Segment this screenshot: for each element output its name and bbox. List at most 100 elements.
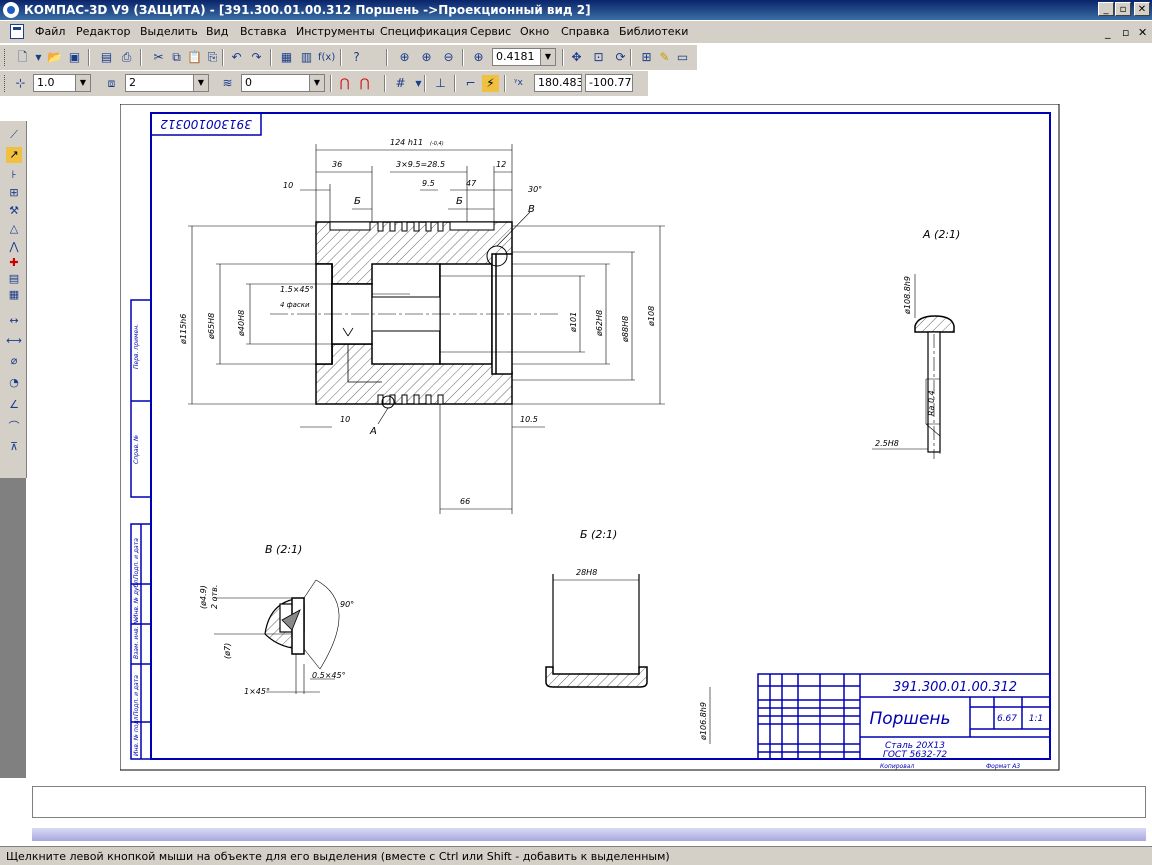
cursor-step-select[interactable]: 1.0 ▼ <box>33 74 91 92</box>
measure-icon[interactable]: ⊞ <box>638 49 655 66</box>
ortho-mode-icon[interactable]: ⌐ <box>462 75 479 92</box>
dimensions-icon[interactable]: ↗ <box>6 147 22 163</box>
view-b-title: Б (2:1) <box>580 528 617 541</box>
copy-properties-icon[interactable]: ⎘ <box>204 49 221 66</box>
zoom-in-icon[interactable]: ⊕ <box>418 49 435 66</box>
cursor-step-icon[interactable]: ⊹ <box>12 75 29 92</box>
menu-window[interactable]: Окно <box>520 25 549 38</box>
minimize-button[interactable]: _ <box>1098 2 1114 16</box>
save-icon[interactable]: ▣ <box>66 49 83 66</box>
spec-icon[interactable]: ✚ <box>6 255 22 271</box>
geometry-icon[interactable]: ⟋ <box>6 127 22 143</box>
grid-icon[interactable]: # <box>392 75 409 92</box>
pencil-icon[interactable]: ✎ <box>656 49 673 66</box>
chevron-down-icon[interactable]: ▼ <box>309 75 324 91</box>
dim-d101: ø101 <box>569 312 578 333</box>
radial-dimension-icon[interactable]: ◔ <box>6 375 22 391</box>
parametric-mode-icon[interactable]: ⚡ <box>482 75 499 92</box>
toolbar-grip[interactable] <box>4 75 8 92</box>
menu-service[interactable]: Сервис <box>470 25 511 38</box>
coordinates-icon[interactable]: ʸx <box>510 75 527 92</box>
menu-specification[interactable]: Спецификация <box>380 25 467 38</box>
dim-36: 36 <box>332 160 342 169</box>
measure-2d-icon[interactable]: △ <box>6 221 22 237</box>
print-icon[interactable]: ▤ <box>98 49 115 66</box>
status-text: Щелкните левой кнопкой мыши на объекте д… <box>6 850 670 863</box>
refresh-icon[interactable]: ⟳ <box>612 49 629 66</box>
drawing-sheet[interactable]: 391300100312 Перв. примен. Справ. № Подп… <box>120 104 1060 771</box>
table-icon[interactable]: ▦ <box>6 287 22 303</box>
local-cs-icon[interactable]: ⊥ <box>432 75 449 92</box>
left-panel-background <box>0 478 26 778</box>
zoom-scale-icon[interactable]: ⊕ <box>470 49 487 66</box>
menu-libraries[interactable]: Библиотеки <box>619 25 688 38</box>
toolbar-grip[interactable] <box>4 49 8 66</box>
properties-panel[interactable] <box>32 786 1146 818</box>
open-icon[interactable]: 📂 <box>46 49 63 66</box>
restore-button[interactable]: ▫ <box>1115 2 1131 16</box>
local-snap-icon[interactable]: ⋂ <box>356 75 373 92</box>
menu-view[interactable]: Вид <box>206 25 228 38</box>
copy-icon[interactable]: ⧉ <box>168 49 185 66</box>
separator <box>454 75 456 92</box>
symbols-icon[interactable]: ꜔ <box>6 167 22 183</box>
standard-toolbar: 🗋 ▼ 📂 ▣ ▤ ⎙ ✂ ⧉ 📋 ⎘ ↶ ↷ ▦ ▥ f(x) ? ⊕ ⊕ ⊖… <box>0 45 697 70</box>
title-block-scale: 1:1 <box>1029 714 1043 724</box>
cursor-y-field[interactable]: -100.77 <box>585 74 633 92</box>
doc-minimize-button[interactable]: _ <box>1105 26 1111 39</box>
zoom-in-window-icon[interactable]: ⊕ <box>396 49 413 66</box>
menu-edit[interactable]: Редактор <box>76 25 131 38</box>
pan-icon[interactable]: ✥ <box>568 49 585 66</box>
dim-12: 12 <box>496 160 506 169</box>
menu-select[interactable]: Выделить <box>140 25 198 38</box>
undo-icon[interactable]: ↶ <box>228 49 245 66</box>
cursor-x-field[interactable]: 180.483 <box>534 74 582 92</box>
select-icon[interactable]: ⋀ <box>6 239 22 255</box>
doc-restore-button[interactable]: ▫ <box>1122 26 1129 39</box>
dim-d65: ø65H8 <box>207 313 216 340</box>
help-pointer-icon[interactable]: ? <box>348 49 365 66</box>
arc-dimension-icon[interactable]: ⌒ <box>6 419 22 435</box>
linear-dimension-icon[interactable]: ↔ <box>6 313 22 329</box>
print-preview-icon[interactable]: ⎙ <box>118 49 135 66</box>
chevron-down-icon[interactable]: ▼ <box>540 49 555 65</box>
current-view-select[interactable]: 2 ▼ <box>125 74 209 92</box>
new-dropdown-arrow-icon[interactable]: ▼ <box>30 49 47 66</box>
title-block-mass: 6.67 <box>997 714 1017 724</box>
compact-toolbar: ⟋ ↗ ꜔ ⊞ ⚒ △ ⋀ ✚ ▤ ▦ ↔ ⟷ ⌀ ◔ ∠ ⌒ ⊼ <box>0 121 27 478</box>
reports-icon[interactable]: ▤ <box>6 271 22 287</box>
zoom-value-select[interactable]: 0.4181 ▼ <box>492 48 556 66</box>
horizontal-dimension-icon[interactable]: ⟷ <box>6 333 22 349</box>
chevron-down-icon[interactable]: ▼ <box>193 75 208 91</box>
cut-icon[interactable]: ✂ <box>150 49 167 66</box>
menu-file[interactable]: Файл <box>35 25 65 38</box>
paste-icon[interactable]: 📋 <box>186 49 203 66</box>
doc-close-button[interactable]: ✕ <box>1138 26 1147 39</box>
formula-fx-icon[interactable]: f(x) <box>318 49 335 66</box>
angular-dimension-icon[interactable]: ∠ <box>6 397 22 413</box>
chevron-down-icon[interactable]: ▼ <box>75 75 90 91</box>
display-icon[interactable]: ▭ <box>674 49 691 66</box>
menu-insert[interactable]: Вставка <box>240 25 287 38</box>
kompas-app-icon[interactable] <box>3 2 19 18</box>
status-bar: Щелкните левой кнопкой мыши на объекте д… <box>0 846 1152 865</box>
manager-icon[interactable]: ▦ <box>278 49 295 66</box>
new-document-icon[interactable]: 🗋 <box>14 49 31 66</box>
zoom-out-icon[interactable]: ⊖ <box>440 49 457 66</box>
menu-tools[interactable]: Инструменты <box>296 25 375 38</box>
menu-help[interactable]: Справка <box>561 25 609 38</box>
diameter-dimension-icon[interactable]: ⌀ <box>6 353 22 369</box>
layers-icon[interactable]: ≋ <box>219 75 236 92</box>
variables-icon[interactable]: ▥ <box>298 49 315 66</box>
close-button[interactable]: ✕ <box>1134 2 1150 16</box>
document-icon[interactable] <box>10 24 24 39</box>
snap-magnet-icon[interactable]: ⋂ <box>336 75 353 92</box>
edit-icon[interactable]: ⊞ <box>6 185 22 201</box>
current-view-icon[interactable]: ⧈ <box>103 75 120 92</box>
side-label-perv: Перв. примен. <box>133 324 140 369</box>
height-dimension-icon[interactable]: ⊼ <box>6 439 22 455</box>
redo-icon[interactable]: ↷ <box>248 49 265 66</box>
current-layer-select[interactable]: 0 ▼ <box>241 74 325 92</box>
show-all-icon[interactable]: ⊡ <box>590 49 607 66</box>
parametrization-icon[interactable]: ⚒ <box>6 203 22 219</box>
